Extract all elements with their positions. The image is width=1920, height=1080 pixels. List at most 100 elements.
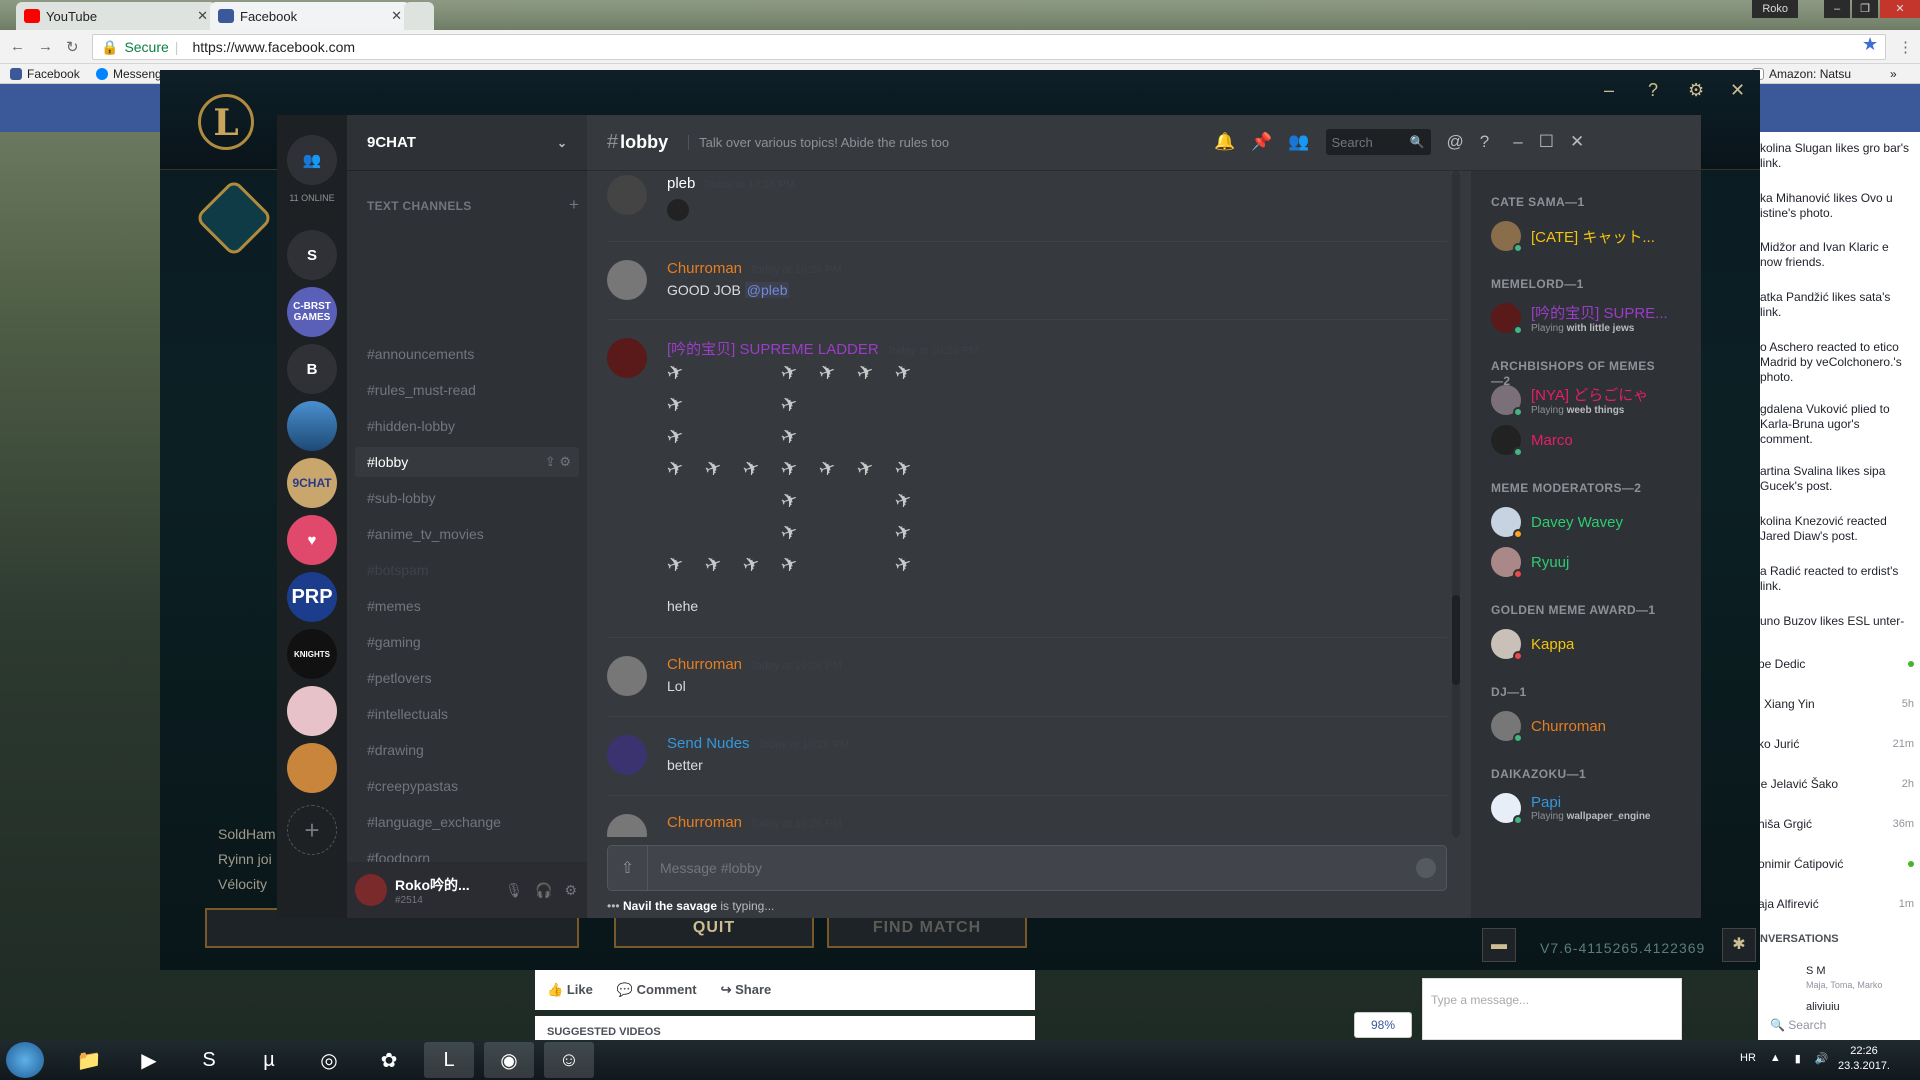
tray-arrow-icon[interactable]: ▲ [1770,1052,1781,1065]
message-author[interactable]: Send Nudes [667,735,750,752]
share-button[interactable]: ↪ Share [721,982,772,998]
ticker-item[interactable]: gdalena Vuković plied to Karla-Bruna ugo… [1760,402,1910,447]
friends-icon[interactable]: 👥 [287,135,337,185]
chat-search-input[interactable]: 🔍 Search [1770,1018,1920,1033]
server-icon[interactable]: KNIGHTS [287,629,337,679]
member-item[interactable]: Ryuuj [1491,545,1701,579]
channel-settings-icon[interactable]: ⇪ ⚙ [545,454,571,470]
channel-drawing[interactable]: # drawing [355,735,579,765]
microphone-icon[interactable]: 🎙 [505,882,523,899]
emoji-picker-icon[interactable] [1416,858,1436,878]
reload-icon[interactable]: ↻ [66,38,79,56]
message-input[interactable]: Message #lobby [648,860,762,876]
upload-icon[interactable]: ⇧ [608,845,648,891]
avatar[interactable] [607,814,647,837]
contact-item[interactable]: pe Dedic [1758,652,1914,676]
member-item[interactable]: Marco [1491,423,1701,457]
media-player-icon[interactable]: ▶ [124,1042,174,1078]
help-icon[interactable]: ? [1648,80,1658,101]
bug-icon[interactable]: ✱ [1722,928,1756,962]
avatar[interactable] [607,735,647,775]
member-item[interactable]: [NYA] どらごにゃ Playing weeb things [1491,383,1701,417]
channel-announcements[interactable]: # announcements [355,339,579,369]
search-input[interactable]: Search 🔍 [1325,129,1431,155]
channel-intellectuals[interactable]: # intellectuals [355,699,579,729]
channel-hidden-lobby[interactable]: # hidden-lobby [355,411,579,441]
member-item[interactable]: Papi Playing wallpaper_engine [1491,791,1701,825]
avatar[interactable] [355,874,387,906]
ticker-item[interactable]: ka Mihanović likes Ovo u istine's photo. [1760,191,1910,221]
avatar[interactable] [607,260,647,300]
bell-icon[interactable]: 🔔 [1214,132,1235,152]
minimize-icon[interactable]: – [1824,0,1850,18]
avatar[interactable] [607,338,647,378]
channel-memes[interactable]: # memes [355,591,579,621]
maximize-icon[interactable]: ❐ [1852,0,1878,18]
ticker-item[interactable]: kolina Slugan likes gro bar's link. [1760,141,1910,171]
more-bookmarks-icon[interactable]: » [1890,67,1897,81]
channel-language_exchange[interactable]: # language_exchange [355,807,579,837]
close-icon[interactable]: ✕ [1570,132,1584,152]
volume-icon[interactable]: 🔊 [1815,1052,1829,1065]
server-icon[interactable] [287,686,337,736]
gear-icon[interactable]: ⚙ [1688,80,1704,101]
message-author[interactable]: Churroman [667,656,742,673]
app-icon[interactable]: ✿ [364,1042,414,1078]
headphones-icon[interactable]: 🎧 [535,882,552,899]
close-icon[interactable]: ✕ [1880,0,1920,18]
mention-icon[interactable]: @ [1447,132,1464,152]
channel-rules_must-read[interactable]: # rules_must-read [355,375,579,405]
minimize-icon[interactable]: – [1513,132,1522,152]
close-tab-icon[interactable]: ✕ [197,8,208,24]
conversation-name[interactable]: aliviuiu [1806,1000,1920,1012]
user-mention[interactable]: @pleb [744,282,790,298]
help-icon[interactable]: ? [1480,132,1489,152]
member-item[interactable]: Davey Wavey [1491,505,1701,539]
channel-petlovers[interactable]: # petlovers [355,663,579,693]
guild-header[interactable]: 9CHAT ⌄ [347,115,587,171]
like-button[interactable]: 👍 Like [547,982,593,998]
server-icon[interactable]: S [287,230,337,280]
close-icon[interactable]: ✕ [1730,80,1745,101]
message-author[interactable]: pleb [667,175,695,192]
ticker-item[interactable]: Midžor and Ivan Klaric e now friends. [1760,240,1910,270]
server-icon[interactable] [287,401,337,451]
contact-item[interactable]: aja Alfirević 1m [1758,892,1914,916]
contact-item[interactable]: onimir Ćatipović [1758,852,1914,876]
server-icon[interactable]: 9CHAT [287,458,337,508]
comment-button[interactable]: 💬 Comment [617,982,697,998]
pin-icon[interactable]: 📌 [1251,132,1272,152]
ticker-item[interactable]: atka Pandžić likes sata's link. [1760,290,1910,320]
conversation-name[interactable]: S M [1806,964,1920,979]
member-item[interactable]: [CATE] キャット... [1491,219,1701,253]
profile-button[interactable]: Roko [1752,0,1798,18]
server-icon[interactable]: C-BRST GAMES [287,287,337,337]
network-icon[interactable]: ▮ [1795,1052,1801,1065]
ticker-item[interactable]: a Radić reacted to erdist's link. [1760,564,1910,594]
server-icon[interactable]: B [287,344,337,394]
forward-icon[interactable]: → [38,38,53,55]
clock[interactable]: 22:26 23.3.2017. [1838,1044,1890,1074]
server-icon[interactable] [287,743,337,793]
message-author[interactable]: Churroman [667,814,742,831]
chrome-icon[interactable]: ◉ [484,1042,534,1078]
language-indicator[interactable]: HR [1740,1052,1756,1065]
league-icon[interactable]: L [424,1042,474,1078]
new-tab-button[interactable] [404,2,434,30]
explorer-icon[interactable]: 📁 [64,1042,114,1078]
add-channel-icon[interactable]: + [569,195,579,215]
utorrent-icon[interactable]: µ [244,1042,294,1078]
minimize-icon[interactable]: – [1604,80,1614,101]
bookmark-amazon[interactable]: Amazon: Natsu [1752,67,1851,81]
scrollbar-thumb[interactable] [1452,595,1460,685]
bookmark-star-icon[interactable]: ★ [1862,34,1878,55]
member-item[interactable]: Churroman [1491,709,1701,743]
avatar[interactable] [607,175,647,215]
menu-icon[interactable]: ⋮ [1898,38,1913,56]
skype-icon[interactable]: S [184,1042,234,1078]
avatar[interactable] [607,656,647,696]
member-item[interactable]: [吟的宝贝] SUPRE... Playing with little jews [1491,301,1701,335]
message-scrollbar[interactable] [1452,171,1460,837]
server-icon[interactable]: PRP [287,572,337,622]
channel-anime_tv_movies[interactable]: # anime_tv_movies [355,519,579,549]
